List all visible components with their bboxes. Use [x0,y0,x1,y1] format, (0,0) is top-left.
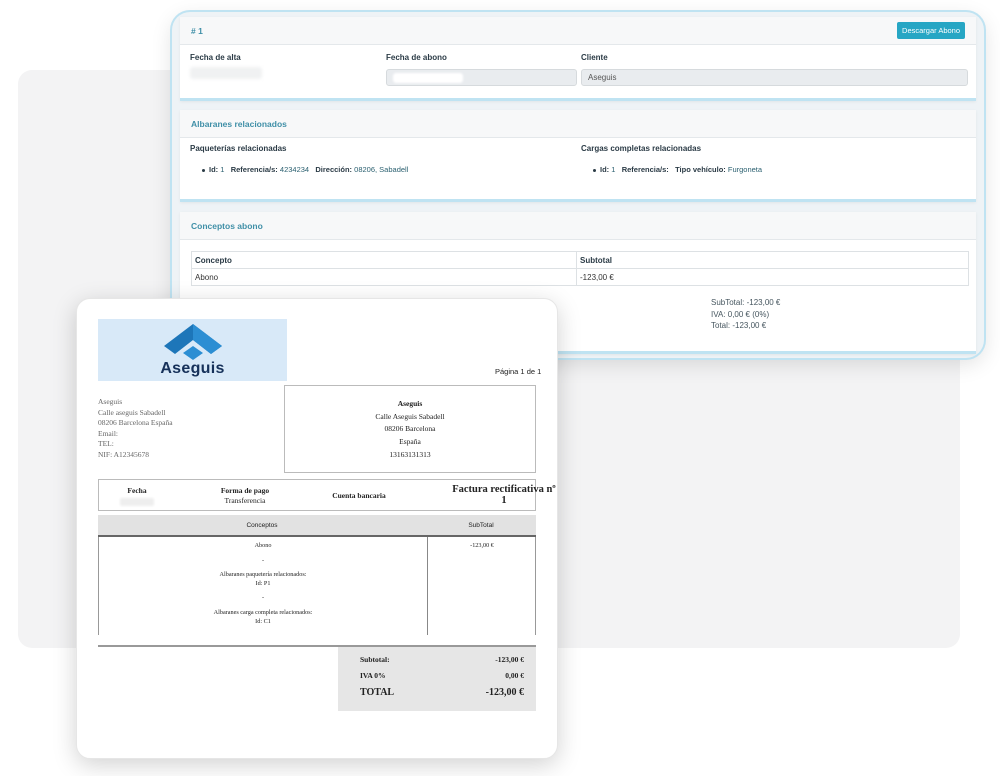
totals-summary: SubTotal: -123,00 € IVA: 0,00 € (0%) Tot… [711,297,780,332]
forma-pago-value: Transferencia [224,495,266,505]
page-number: Página 1 de 1 [495,367,542,376]
client-name: Aseguis [397,399,423,408]
item-amount: -123,00 € [470,542,494,549]
total-text: Total: -123,00 € [711,321,767,330]
paqueterias-title: Paqueterías relacionadas [190,144,287,153]
table-row: Abono -123,00 € [191,268,969,286]
client-phone: 13163131313 [389,449,431,459]
item-line: - [261,594,265,602]
sender-line: Calle aseguis Sabadell [98,407,166,417]
bullet [593,168,596,172]
logo-text: Aseguis [160,360,225,377]
concepts-table: Concepto Subtotal Abono -123,00 € [191,251,969,286]
sender-line: NIF: A12345678 [98,449,150,459]
sender-line: 08206 Barcelona España [98,418,173,427]
forma-pago-column: Forma de pago Transferencia [185,486,305,505]
invoice-document: Aseguis Página 1 de 1 Aseguis Calle aseg… [76,298,558,759]
subtotal-text: SubTotal: -123,00 € [711,298,781,307]
card-title: Albaranes relacionados [191,118,287,129]
item-description: Abono - Albaranes paquetería relacionado… [99,542,427,626]
fecha-label: Fecha [127,486,147,495]
fecha-column: Fecha [99,486,175,506]
item-line: Id: C1 [255,617,271,625]
card-header: Conceptos abono [180,212,976,240]
fecha-alta-value [190,67,262,79]
card-header: # 1 Descargar Abono [180,17,976,45]
cliente-label: Cliente [581,53,608,62]
client-address-box: Aseguis Calle Aseguis Sabadell 08206 Bar… [284,385,536,473]
credit-note-header-card: # 1 Descargar Abono Fecha de alta Fecha … [180,17,976,101]
fecha-abono-label: Fecha de abono [386,53,447,62]
subtotal-cell: -123,00 € [576,268,969,286]
bullet [202,168,205,172]
card-header: Albaranes relacionados [180,110,976,138]
sender-line: Email: [98,428,118,438]
column-header-subtotal: Subtotal [576,251,969,269]
iva-text: IVA: 0,00 € (0%) [711,309,770,319]
item-line: - [261,556,265,564]
card-title: Conceptos abono [191,220,263,231]
fecha-abono-input[interactable] [386,69,577,86]
item-line: Albaranes paquetería relacionados: [219,571,307,579]
related-delivery-notes-card: Albaranes relacionados Paqueterías relac… [180,110,976,202]
item-line: Abono [254,542,272,549]
cliente-input[interactable]: Aseguis [581,69,968,86]
summary-box: Subtotal: -123,00 € IVA 0% 0,00 € TOTAL … [338,647,536,711]
invoice-title: Factura rectificativa nº 1 [449,484,557,506]
sender-address: Aseguis Calle aseguis Sabadell 08206 Bar… [98,397,173,460]
column-divider [427,537,428,635]
item-line: Id: P1 [255,579,271,587]
invoice-info-box: Fecha Forma de pago Transferencia Cuenta… [98,479,556,511]
forma-pago-label: Forma de pago [220,486,270,495]
column-header-concepto: Concepto [191,251,577,269]
items-table-body: Abono - Albaranes paquetería relacionado… [98,537,536,635]
client-country: España [399,437,421,447]
total-row: TOTAL -123,00 € [360,687,524,698]
cuenta-column: Cuenta bancaria [304,491,414,501]
company-logo: Aseguis [98,319,287,381]
download-credit-note-button[interactable]: Descargar Abono [897,22,965,39]
concept-cell: Abono [191,268,577,286]
invoice-title-line: Factura rectificativa nº [452,484,556,495]
carga-item: Id: 1 Referencia/s: Tipo vehículo: Furgo… [593,165,762,174]
cargas-title: Cargas completas relacionadas [581,144,702,153]
iva-row: IVA 0% 0,00 € [360,671,524,680]
client-street: Calle Aseguis Sabadell [375,411,445,421]
column-header-subtotal: SubTotal [468,522,494,529]
fecha-alta-label: Fecha de alta [190,53,241,62]
sender-line: Aseguis [98,397,123,406]
paqueteria-item: Id: 1 Referencia/s: 4234234 Dirección: 0… [202,165,408,174]
client-city: 08206 Barcelona [384,424,436,434]
subtotal-row: Subtotal: -123,00 € [360,655,524,664]
invoice-number: 1 [501,495,507,506]
fecha-value [120,497,154,506]
sender-line: TEL: [98,439,114,448]
items-table-header: Conceptos SubTotal [98,515,536,537]
column-header-conceptos: Conceptos [246,522,278,529]
item-line: Albaranes carga completa relacionados: [213,608,313,616]
cuenta-label: Cuenta bancaria [332,491,386,500]
credit-note-number: # 1 [191,25,203,36]
